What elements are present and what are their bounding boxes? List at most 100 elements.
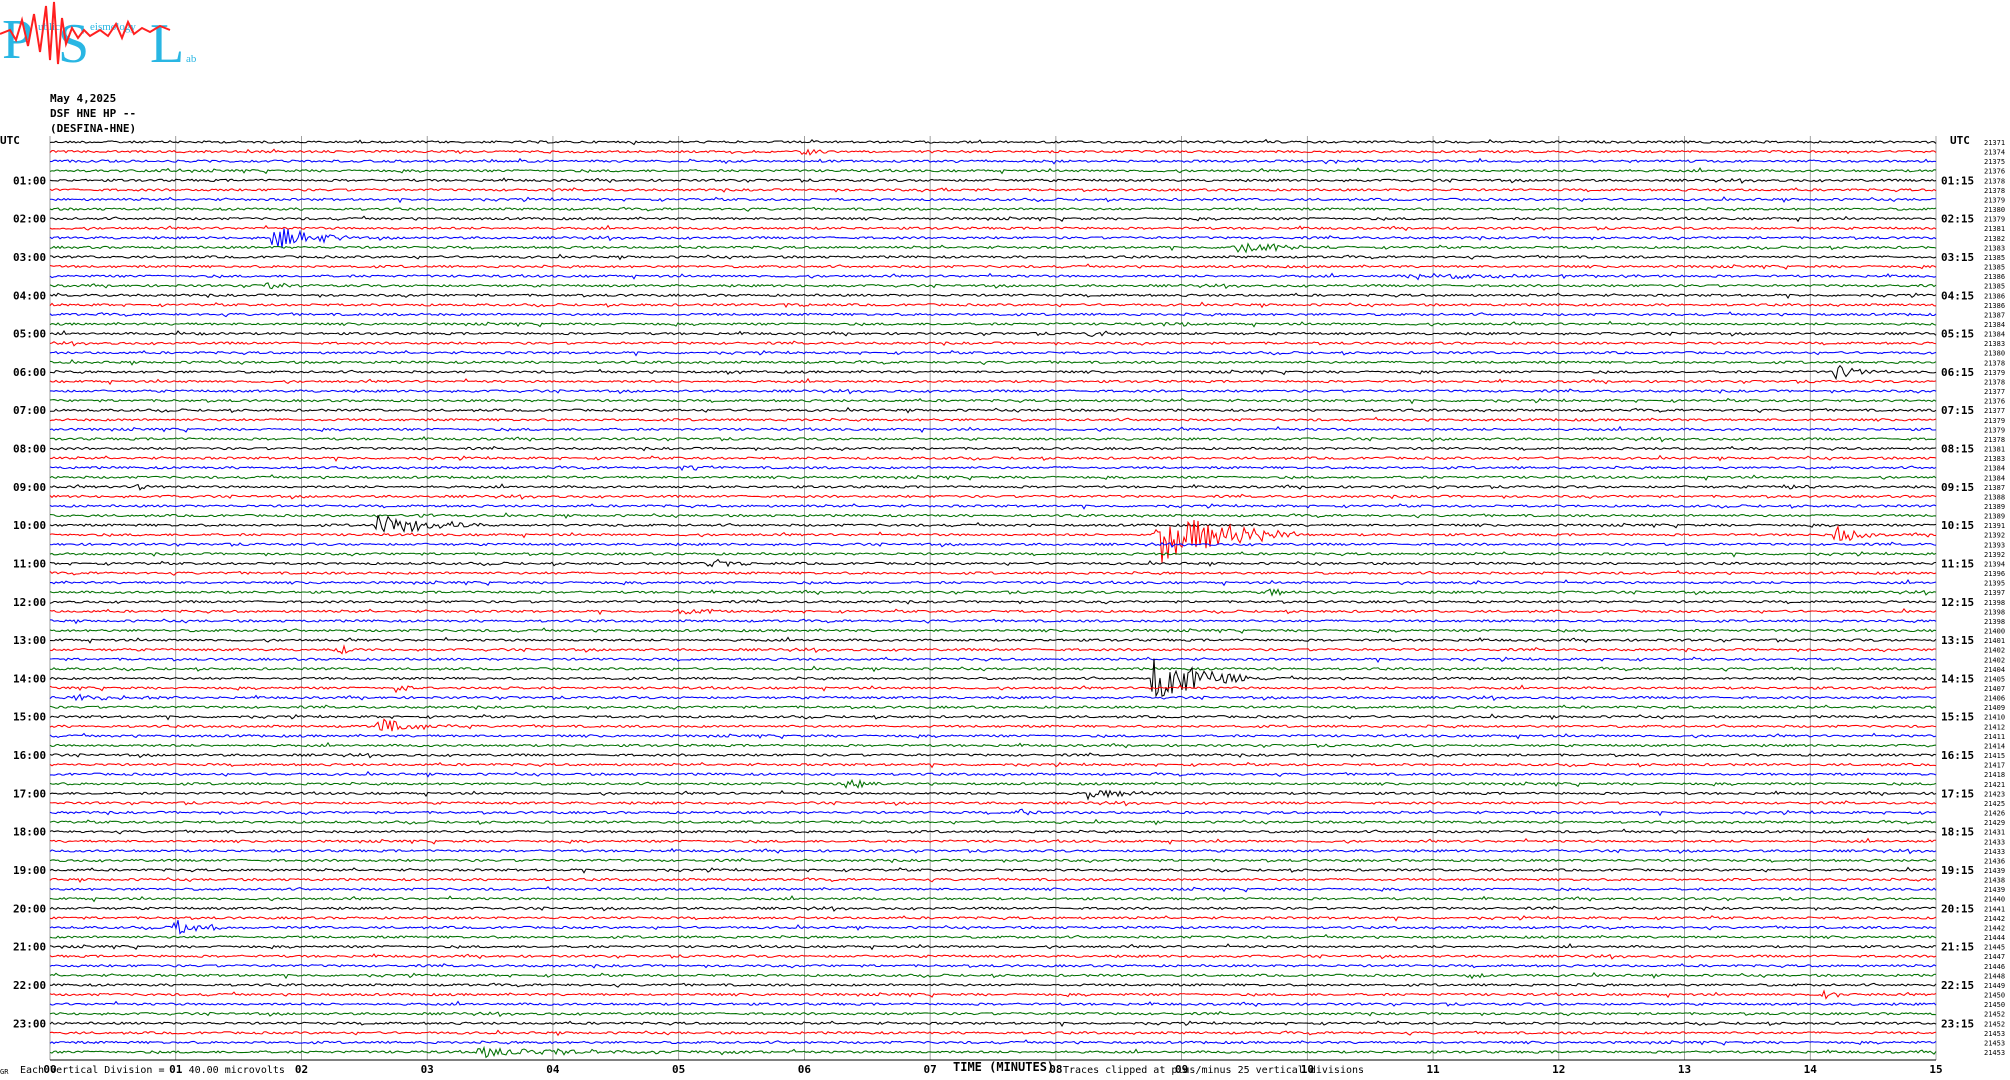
x-tick-label: 12 (1552, 1063, 1565, 1076)
right-count-label: 21389 (1984, 513, 2005, 521)
right-hour-label: 11:15 (1941, 557, 1974, 570)
trace-row (49, 177, 1937, 184)
trace-row (49, 377, 1937, 386)
right-hour-label: 09:15 (1941, 481, 1974, 494)
left-hour-label: 23:00 (13, 1017, 46, 1030)
time-grid (49, 136, 1937, 1061)
trace-row (49, 272, 1937, 281)
trace-row (49, 445, 1937, 452)
right-count-label: 21379 (1984, 426, 2005, 434)
right-count-label: 21398 (1984, 618, 2005, 626)
trace-row (49, 436, 1937, 443)
right-count-label: 21423 (1984, 790, 2005, 798)
x-tick-label: 11 (1426, 1063, 1440, 1076)
trace-row (49, 770, 1937, 778)
trace-row (49, 364, 1937, 381)
trace-row (49, 1029, 1937, 1037)
right-count-label: 21371 (1984, 139, 2005, 147)
trace-row (49, 397, 1937, 405)
trace-row (49, 972, 1937, 980)
trace-row (49, 515, 1937, 533)
right-hour-label: 21:15 (1941, 941, 1974, 954)
right-count-label: 21374 (1984, 149, 2005, 157)
right-count-label: 21426 (1984, 810, 2005, 818)
trace-row (49, 206, 1937, 212)
trace-row (49, 1000, 1937, 1007)
right-count-label: 21402 (1984, 656, 2005, 664)
left-hour-label: 03:00 (13, 251, 46, 264)
right-count-label: 21406 (1984, 695, 2005, 703)
right-count-label: 21378 (1984, 359, 2005, 367)
right-count-label: 21439 (1984, 867, 2005, 875)
trace-row (49, 828, 1937, 835)
right-count-label: 21377 (1984, 407, 2005, 415)
x-tick-label: 06 (798, 1063, 812, 1076)
trace-row (49, 425, 1937, 433)
right-count-label: 21383 (1984, 244, 2005, 252)
right-count-label: 21453 (1984, 1039, 2005, 1047)
trace-row (49, 311, 1937, 318)
trace-row (49, 732, 1937, 740)
right-count-label: 21397 (1984, 589, 2005, 597)
right-hour-label: 15:15 (1941, 711, 1974, 724)
left-hour-label: 06:00 (13, 366, 46, 379)
trace-row (49, 416, 1937, 422)
trace-row (49, 895, 1937, 903)
right-count-label: 21447 (1984, 953, 2005, 961)
trace-row (49, 157, 1937, 165)
trace-row (49, 943, 1937, 951)
vertical-division-note: Each Vertical Division = 40.00 microvolt… (20, 1065, 285, 1076)
right-count-label: 21379 (1984, 216, 2005, 224)
trace-row (49, 608, 1937, 616)
right-count-label: 21376 (1984, 398, 2005, 406)
trace-row (49, 905, 1937, 912)
right-count-label: 21412 (1984, 723, 2005, 731)
clip-note: Traces clipped at plus/minus 25 vertical… (1063, 1065, 1365, 1076)
left-hour-label: 02:00 (13, 213, 46, 226)
trace-row (49, 388, 1937, 395)
trace-row (49, 242, 1937, 254)
right-count-label: 21444 (1984, 934, 2005, 942)
trace-row (49, 741, 1937, 749)
trace-row (49, 228, 1937, 249)
right-count-label: 21398 (1984, 599, 2005, 607)
left-hour-label: 15:00 (13, 711, 46, 724)
trace-row (49, 693, 1937, 702)
trace-row (49, 1045, 1937, 1059)
right-utc-title: UTC (1950, 134, 1970, 147)
trace-row (49, 541, 1937, 548)
right-hour-label: 10:15 (1941, 519, 1974, 532)
trace-row (49, 253, 1937, 261)
right-count-label: 21379 (1984, 196, 2005, 204)
trace-row (49, 301, 1937, 309)
trace-row (49, 551, 1937, 558)
trace-row (49, 330, 1937, 338)
trace-row (49, 789, 1937, 801)
trace-row (49, 1011, 1937, 1018)
left-hour-label: 01:00 (13, 174, 46, 187)
right-count-label: 21377 (1984, 388, 2005, 396)
right-count-label: 21388 (1984, 493, 2005, 501)
trace-row (49, 982, 1937, 988)
right-count-label: 21414 (1984, 742, 2005, 750)
right-count-label: 21386 (1984, 302, 2005, 310)
trace-row (49, 953, 1937, 960)
right-count-label: 21385 (1984, 283, 2005, 291)
right-count-label: 21421 (1984, 781, 2005, 789)
right-hour-label: 12:15 (1941, 596, 1974, 609)
right-count-label: 21418 (1984, 771, 2005, 779)
trace-row (49, 215, 1937, 223)
left-hour-label: 09:00 (13, 481, 46, 494)
right-count-label: 21442 (1984, 915, 2005, 923)
trace-row (49, 778, 1937, 789)
right-count-label: 21384 (1984, 474, 2005, 482)
right-count-label: 21395 (1984, 580, 2005, 588)
right-count-label: 21391 (1984, 522, 2005, 530)
trace-row (49, 148, 1937, 156)
right-hour-label: 04:15 (1941, 289, 1974, 302)
right-count-label: 21448 (1984, 972, 2005, 980)
right-count-label: 21398 (1984, 608, 2005, 616)
right-count-label: 21378 (1984, 187, 2005, 195)
right-count-label: 21440 (1984, 896, 2005, 904)
right-count-label: 21380 (1984, 206, 2005, 214)
